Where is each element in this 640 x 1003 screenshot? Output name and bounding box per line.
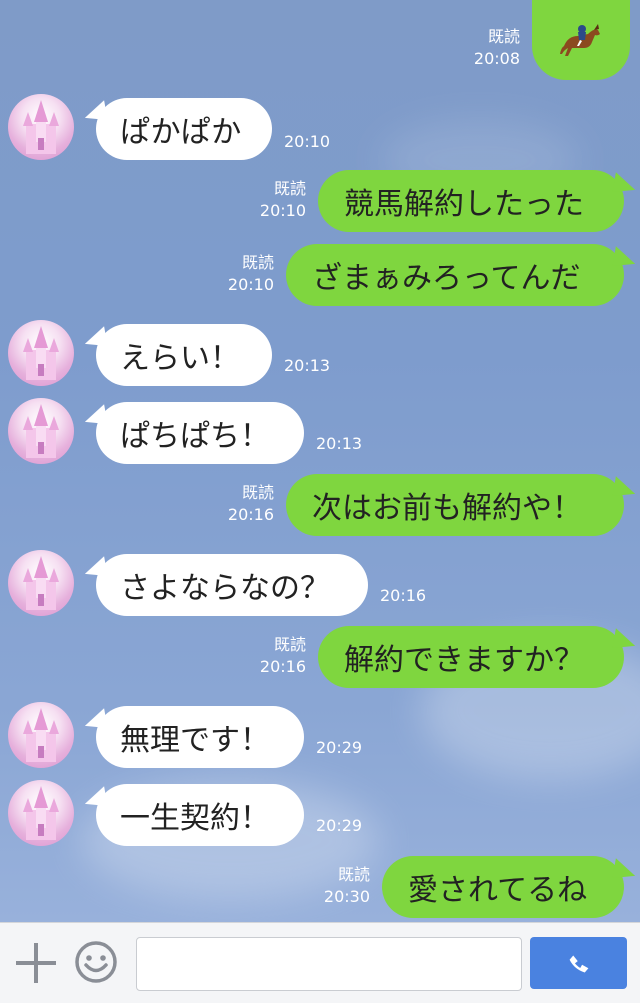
- message-row: ぱちぱち！ 20:13: [0, 398, 640, 468]
- avatar[interactable]: [8, 550, 74, 616]
- message-bubble[interactable]: 一生契約！: [82, 784, 304, 846]
- message-time: 20:13: [316, 434, 363, 453]
- message-row: 既読 20:10 ざまぁみろってんだ: [0, 244, 640, 314]
- message-text: ざまぁみろってんだ: [312, 261, 581, 296]
- message-row: 無理です！ 20:29: [0, 702, 640, 772]
- castle-icon: [23, 708, 59, 762]
- avatar[interactable]: [8, 94, 74, 160]
- message-row: 既読 20:16 次はお前も解約や！: [0, 474, 640, 544]
- castle-icon: [23, 556, 59, 610]
- message-bubble[interactable]: 無理です！: [82, 706, 304, 768]
- message-bubble[interactable]: ぱちぱち！: [82, 402, 304, 464]
- message-text: 一生契約！: [120, 801, 270, 836]
- message-row: 既読 20:08: [0, 0, 640, 80]
- message-time: 20:16: [227, 505, 274, 524]
- message-text: 無理です！: [120, 723, 270, 758]
- message-row: さよならなの？ 20:16: [0, 550, 640, 620]
- message-meta: 既読 20:08: [456, 26, 520, 70]
- read-receipt: 既読: [337, 865, 370, 884]
- message-row: 既読 20:10 競馬解約したった: [0, 170, 640, 240]
- message-time: 20:10: [284, 132, 331, 151]
- castle-icon: [23, 100, 59, 154]
- message-text: 次はお前も解約や！: [312, 491, 582, 526]
- message-time: 20:08: [473, 49, 520, 68]
- message-bubble[interactable]: [532, 0, 630, 80]
- message-text: 競馬解約したった: [344, 187, 584, 222]
- message-row: 一生契約！ 20:29: [0, 780, 640, 850]
- message-bubble[interactable]: さよならなの？: [82, 554, 368, 616]
- message-meta: 既読 20:10: [208, 252, 274, 296]
- read-receipt: 既読: [241, 253, 274, 272]
- message-time: 20:16: [380, 586, 427, 605]
- message-bubble[interactable]: 解約できますか？: [318, 626, 638, 688]
- message-time: 20:29: [316, 816, 363, 835]
- message-bubble[interactable]: 次はお前も解約や！: [286, 474, 638, 536]
- avatar[interactable]: [8, 398, 74, 464]
- input-bar: [0, 922, 640, 1003]
- castle-icon: [23, 326, 59, 380]
- message-meta: 既読 20:30: [304, 864, 370, 908]
- message-time: 20:10: [227, 275, 274, 294]
- message-row: 既読 20:30 愛されてるね: [0, 856, 640, 922]
- message-text: 解約できますか？: [344, 643, 584, 678]
- read-receipt: 既読: [487, 27, 520, 46]
- castle-icon: [23, 786, 59, 840]
- read-receipt: 既読: [273, 635, 306, 654]
- avatar[interactable]: [8, 702, 74, 768]
- avatar[interactable]: [8, 780, 74, 846]
- smiley-icon[interactable]: [74, 940, 118, 984]
- horse-racing-emoji-icon: [560, 24, 600, 56]
- message-row: ぱかぱか 20:10: [0, 94, 640, 164]
- message-row: 既読 20:16 解約できますか？: [0, 626, 640, 696]
- read-receipt: 既読: [241, 483, 274, 502]
- message-text: ぱちぱち！: [120, 419, 270, 454]
- avatar[interactable]: [8, 320, 74, 386]
- message-text: ぱかぱか: [120, 115, 242, 150]
- message-meta: 既読 20:16: [208, 482, 274, 526]
- message-meta: 既読 20:10: [240, 178, 306, 222]
- message-time: 20:16: [259, 657, 306, 676]
- message-bubble[interactable]: えらい！: [82, 324, 272, 386]
- message-text: 愛されてるね: [408, 873, 588, 908]
- read-receipt: 既読: [273, 179, 306, 198]
- message-text: えらい！: [120, 341, 240, 376]
- message-bubble[interactable]: ざまぁみろってんだ: [286, 244, 638, 306]
- message-time: 20:10: [259, 201, 306, 220]
- message-row: えらい！ 20:13: [0, 320, 640, 390]
- castle-icon: [23, 404, 59, 458]
- message-time: 20:30: [323, 887, 370, 906]
- message-bubble[interactable]: ぱかぱか: [82, 98, 272, 160]
- chat-area[interactable]: 既読 20:08 ぱかぱか 20:10 既読 20:10 競馬解約したった 既読…: [0, 0, 640, 922]
- plus-icon[interactable]: [14, 941, 58, 985]
- message-input[interactable]: [136, 937, 522, 991]
- message-time: 20:13: [284, 356, 331, 375]
- phone-icon: [569, 955, 589, 973]
- message-bubble[interactable]: 競馬解約したった: [318, 170, 638, 232]
- message-meta: 既読 20:16: [240, 634, 306, 678]
- message-time: 20:29: [316, 738, 363, 757]
- call-button[interactable]: [530, 937, 627, 989]
- message-bubble[interactable]: 愛されてるね: [382, 856, 638, 918]
- message-text: さよならなの？: [120, 571, 330, 606]
